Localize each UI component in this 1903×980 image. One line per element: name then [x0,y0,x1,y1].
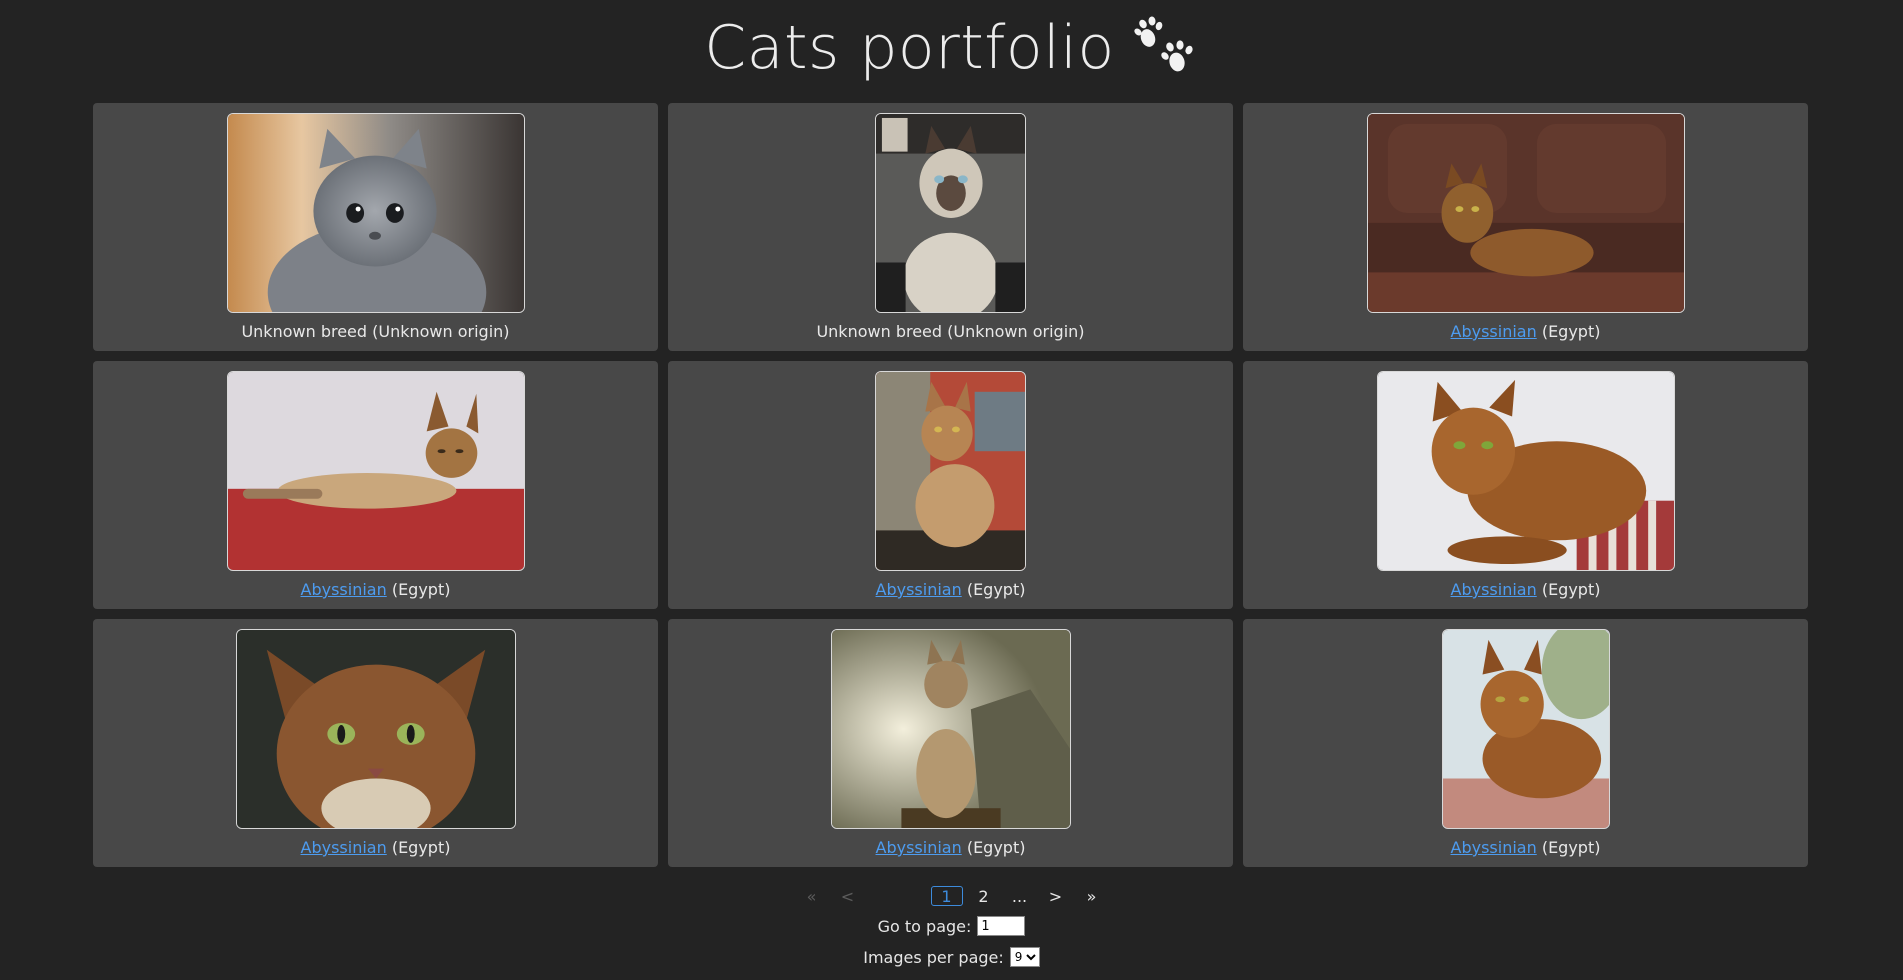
origin-label: (Egypt) [391,580,451,599]
cat-photo-abyssinian-lying-red-surface[interactable] [226,371,525,571]
pagination: « < 1 2 ... > » [0,885,1903,907]
cat-photo-abyssinian-on-striped-cushion[interactable] [1376,371,1675,571]
page-title: Cats portfolio [704,13,1115,83]
breed-link[interactable]: Abyssinian [301,838,387,857]
origin-label: (Egypt) [391,838,451,857]
breed-link[interactable]: Abyssinian [1451,322,1537,341]
cat-photo-gray-kitten[interactable] [226,113,525,313]
origin-label: (Unknown origin) [372,322,510,341]
goto-page-label: Go to page: [877,916,972,936]
cats-portfolio-page: Cats portfolio Unknown breed (Unknown or… [0,0,1903,980]
cat-caption: Abyssinian (Egypt) [876,580,1026,600]
cat-photo-abyssinian-on-brown-sofa[interactable] [1366,113,1685,313]
cat-caption: Abyssinian (Egypt) [876,838,1026,858]
cat-photo-abyssinian-lying-outdoors[interactable] [1441,629,1610,829]
cat-card: Abyssinian (Egypt) [1243,619,1808,867]
page-1-button[interactable]: 1 [930,886,963,906]
cat-photo-abyssinian-face-closeup[interactable] [235,629,516,829]
pagination-ellipsis: ... [1011,886,1028,906]
breed-label: Unknown breed [241,322,368,341]
breed-link[interactable]: Abyssinian [876,838,962,857]
goto-page-input[interactable] [977,916,1026,936]
origin-label: (Egypt) [966,580,1026,599]
cat-caption: Abyssinian (Egypt) [301,580,451,600]
images-per-page-label: Images per page: [863,947,1004,967]
origin-label: (Egypt) [1541,580,1601,599]
cat-caption: Abyssinian (Egypt) [1451,322,1601,342]
origin-label: (Egypt) [966,838,1026,857]
cat-caption: Abyssinian (Egypt) [1451,580,1601,600]
breed-link[interactable]: Abyssinian [1451,580,1537,599]
cat-gallery-grid: Unknown breed (Unknown origin) Unknown b… [93,103,1809,867]
cat-card: Abyssinian (Egypt) [668,619,1233,867]
cat-photo-abyssinian-sitting-backlit[interactable] [830,629,1071,829]
cat-caption: Abyssinian (Egypt) [1451,838,1601,858]
images-per-page-select[interactable]: 9 [1009,947,1040,967]
paw-prints-icon [1134,16,1193,72]
cat-card: Abyssinian (Egypt) [668,361,1233,609]
next-page-button[interactable]: > [1041,885,1071,907]
cat-caption: Unknown breed (Unknown origin) [816,322,1084,342]
page-2-button[interactable]: 2 [969,885,999,907]
breed-link[interactable]: Abyssinian [876,580,962,599]
breed-link[interactable]: Abyssinian [301,580,387,599]
cat-caption: Abyssinian (Egypt) [301,838,451,858]
origin-label: (Egypt) [1541,322,1601,341]
first-page-button[interactable]: « [797,885,827,907]
origin-label: (Unknown origin) [947,322,1085,341]
cat-card: Abyssinian (Egypt) [93,361,658,609]
images-per-page-row: Images per page: 9 [0,947,1903,967]
page-header: Cats portfolio [0,0,1903,92]
breed-link[interactable]: Abyssinian [1451,838,1537,857]
origin-label: (Egypt) [1541,838,1601,857]
cat-caption: Unknown breed (Unknown origin) [241,322,509,342]
cat-photo-abyssinian-sitting-brick-wall[interactable] [875,371,1026,571]
prev-page-button[interactable]: < [833,885,863,907]
cat-card: Unknown breed (Unknown origin) [668,103,1233,351]
goto-page-row: Go to page: [0,916,1903,936]
breed-label: Unknown breed [816,322,943,341]
cat-photo-siamese-cat[interactable] [875,113,1026,313]
cat-card: Abyssinian (Egypt) [93,619,658,867]
cat-card: Unknown breed (Unknown origin) [93,103,658,351]
cat-card: Abyssinian (Egypt) [1243,103,1808,351]
last-page-button[interactable]: » [1077,885,1107,907]
cat-card: Abyssinian (Egypt) [1243,361,1808,609]
